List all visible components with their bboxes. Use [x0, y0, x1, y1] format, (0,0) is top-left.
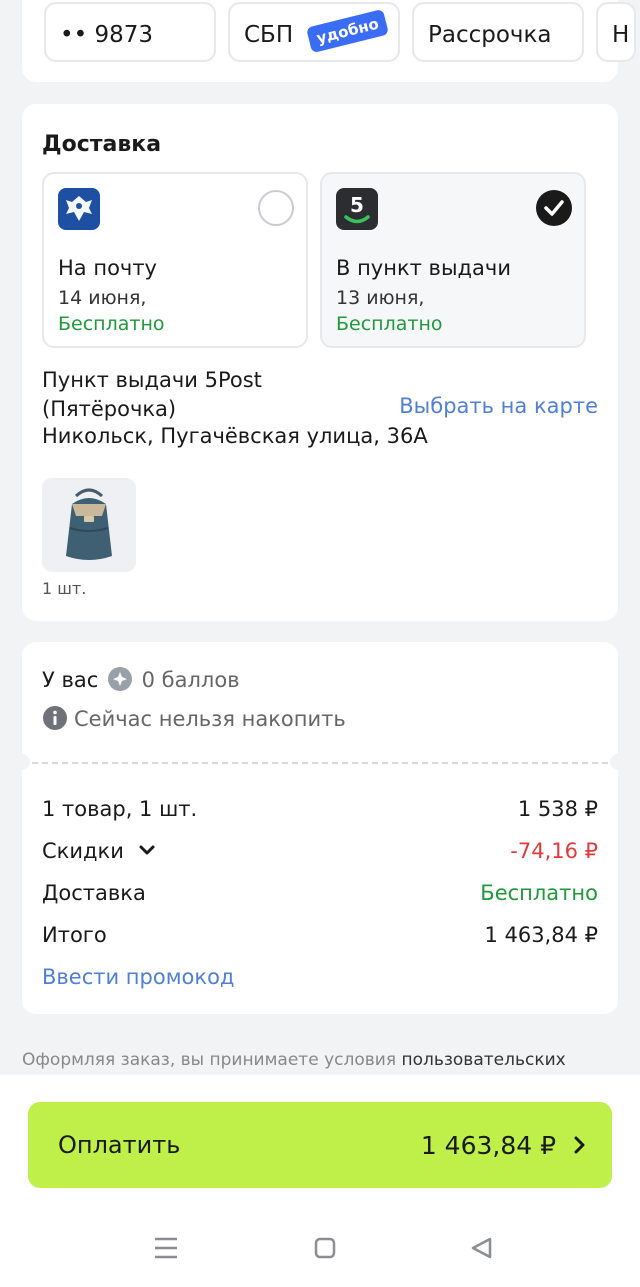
option-title: На почту: [58, 256, 157, 280]
row-value: 1 538 ₽: [517, 797, 598, 821]
payment-chip-installment[interactable]: Рассрочка: [412, 2, 584, 62]
divider-notch-right: [610, 754, 626, 770]
bottom-bar: Оплатить 1 463,84 ₽: [0, 1075, 640, 1287]
delivery-card: Доставка На почту 14 июня, Бесплатно 5 В…: [22, 104, 618, 621]
installment-label: Рассрочка: [428, 22, 552, 48]
home-icon[interactable]: [312, 1235, 338, 1261]
enter-promo-link[interactable]: Ввести промокод: [42, 965, 234, 989]
more-label: Н: [612, 22, 630, 48]
chevron-down-icon[interactable]: [137, 840, 157, 860]
delivery-title: Доставка: [42, 132, 162, 157]
terms-prefix: Оформляя заказ, вы принимаете условия: [22, 1050, 397, 1070]
back-icon[interactable]: [468, 1235, 494, 1261]
row-label: Доставка: [42, 881, 146, 905]
radio-checked[interactable]: [536, 190, 572, 226]
row-label: Итого: [42, 923, 107, 947]
sbp-label: СБП: [244, 22, 294, 48]
pickup-point-name: Пункт выдачи 5Post (Пятёрочка): [42, 368, 262, 421]
summary-row-total: Итого 1 463,84 ₽: [42, 923, 598, 947]
delivery-option-post[interactable]: На почту 14 июня, Бесплатно: [42, 172, 308, 348]
payment-chip-sbp[interactable]: СБП удобно: [228, 2, 400, 62]
summary-row-delivery: Доставка Бесплатно: [42, 881, 598, 905]
convenient-badge: удобно: [306, 8, 390, 54]
summary-row-discounts[interactable]: Скидки -74,16 ₽: [42, 839, 598, 863]
check-icon: [544, 200, 564, 216]
option-price: Бесплатно: [58, 313, 165, 335]
product-thumbnail[interactable]: [42, 478, 136, 572]
terms-text: Оформляя заказ, вы принимаете условия по…: [22, 1050, 566, 1070]
pay-label: Оплатить: [58, 1131, 181, 1159]
5post-icon: 5: [336, 188, 378, 230]
card-number-label: •• 9873: [60, 22, 153, 48]
row-value: Бесплатно: [480, 881, 598, 905]
dashed-divider: [22, 762, 618, 764]
russian-post-icon: [58, 188, 100, 230]
points-note: Сейчас нельзя накопить: [42, 705, 346, 731]
menu-icon[interactable]: [152, 1235, 180, 1261]
option-price: Бесплатно: [336, 313, 443, 335]
points-note-text: Сейчас нельзя накопить: [74, 707, 346, 731]
points-balance: У вас 0 баллов: [42, 666, 240, 692]
terms-link[interactable]: пользовательских: [401, 1050, 565, 1070]
payment-chip-card[interactable]: •• 9873: [44, 2, 216, 62]
row-label: Скидки: [42, 839, 157, 863]
info-icon: [43, 706, 67, 730]
row-label: 1 товар, 1 шт.: [42, 797, 198, 821]
pay-amount: 1 463,84 ₽: [420, 1130, 556, 1160]
delivery-option-pickup[interactable]: 5 В пункт выдачи 13 июня, Бесплатно: [320, 172, 586, 348]
chevron-right-icon: [574, 1136, 585, 1154]
summary-row-items: 1 товар, 1 шт. 1 538 ₽: [42, 797, 598, 821]
backpack-icon: [66, 488, 112, 560]
points-coin-icon: [107, 667, 132, 691]
row-value: 1 463,84 ₽: [484, 923, 598, 947]
5post-logo-text: 5: [350, 193, 364, 217]
divider-notch-left: [14, 754, 30, 770]
product-quantity: 1 шт.: [42, 579, 87, 598]
payment-chip-more[interactable]: Н: [596, 2, 636, 62]
discounts-label: Скидки: [42, 839, 124, 863]
option-date: 14 июня,: [58, 287, 147, 309]
pay-button[interactable]: Оплатить 1 463,84 ₽: [28, 1102, 612, 1188]
order-summary-card: У вас 0 баллов Сейчас нельзя накопить 1 …: [14, 642, 626, 1014]
choose-on-map-link[interactable]: Выбрать на карте: [399, 394, 598, 418]
payment-methods-card: •• 9873 СБП удобно Рассрочка Н: [22, 0, 636, 82]
points-prefix: У вас: [42, 668, 99, 692]
option-title: В пункт выдачи: [336, 256, 511, 280]
pickup-address: Никольск, Пугачёвская улица, 36А: [42, 424, 428, 448]
radio-unchecked[interactable]: [258, 190, 294, 226]
points-value: 0 баллов: [141, 668, 240, 692]
row-value: -74,16 ₽: [510, 839, 598, 863]
option-date: 13 июня,: [336, 287, 425, 309]
